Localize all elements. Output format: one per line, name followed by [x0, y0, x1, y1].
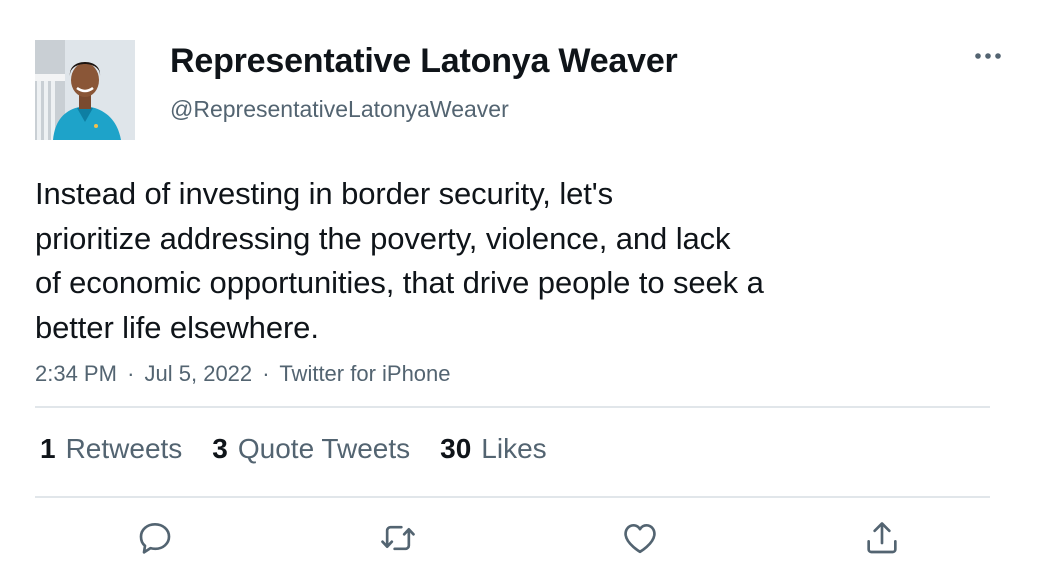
- tweet-text-line: of economic opportunities, that drive pe…: [35, 265, 764, 300]
- reply-icon: [139, 523, 171, 554]
- tweet-date[interactable]: Jul 5, 2022: [145, 361, 253, 386]
- likes-count: 30: [440, 433, 472, 464]
- divider: [35, 406, 990, 408]
- more-dots-icon: [975, 53, 1001, 59]
- quote-tweets-stat[interactable]: 3 Quote Tweets: [212, 433, 410, 465]
- tweet-text-line: Instead of investing in border security,…: [35, 176, 613, 211]
- tweet-text-line: better life elsewhere.: [35, 309, 319, 345]
- share-button[interactable]: [860, 516, 904, 560]
- retweets-label: Retweets: [65, 433, 183, 464]
- reply-button[interactable]: [133, 516, 177, 560]
- quote-tweets-count: 3: [212, 433, 228, 464]
- retweets-count: 1: [40, 433, 56, 464]
- like-button[interactable]: [618, 516, 662, 560]
- avatar[interactable]: [35, 40, 135, 140]
- retweets-stat[interactable]: 1 Retweets: [40, 433, 182, 465]
- engagement-stats: 1 Retweets 3 Quote Tweets 30 Likes: [40, 431, 577, 467]
- tweet-time[interactable]: 2:34 PM: [35, 361, 117, 386]
- likes-label: Likes: [481, 433, 547, 464]
- tweet-source[interactable]: Twitter for iPhone: [279, 361, 450, 386]
- display-name[interactable]: Representative Latonya Weaver: [170, 42, 678, 81]
- quote-tweets-label: Quote Tweets: [237, 433, 411, 464]
- meta-separator: ·: [262, 361, 270, 386]
- tweet-text-line: prioritize addressing the poverty, viole…: [35, 220, 731, 256]
- tweet-text: Instead of investing in border security,…: [35, 172, 915, 350]
- tweet-detail: Representative Latonya Weaver @Represent…: [0, 0, 1050, 570]
- share-icon: [867, 522, 897, 554]
- retweet-button[interactable]: [376, 516, 420, 560]
- avatar-photo: [35, 40, 135, 140]
- like-icon: [624, 524, 656, 554]
- more-options-button[interactable]: [968, 44, 1008, 68]
- tweet-metadata: 2:34 PM · Jul 5, 2022 · Twitter for iPho…: [35, 361, 451, 387]
- meta-separator: ·: [127, 361, 135, 386]
- user-handle[interactable]: @RepresentativeLatonyaWeaver: [170, 96, 509, 123]
- retweet-icon: [381, 525, 415, 551]
- divider: [35, 496, 990, 498]
- likes-stat[interactable]: 30 Likes: [440, 433, 547, 465]
